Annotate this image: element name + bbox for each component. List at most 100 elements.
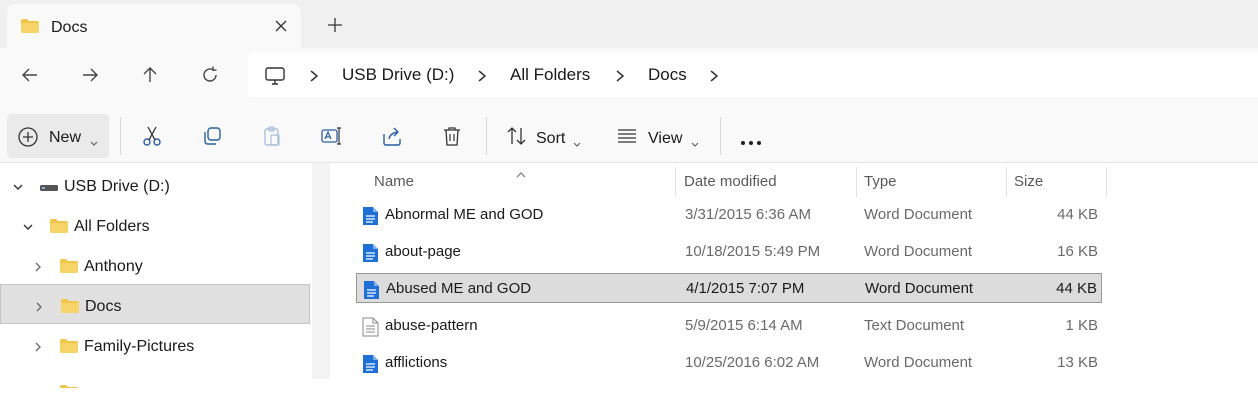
chevron-down-icon[interactable] (22, 220, 34, 232)
toolbar-divider (486, 117, 487, 155)
file-date: 3/31/2015 6:36 AM (685, 206, 811, 223)
more-options-icon[interactable] (740, 133, 762, 151)
chevron-right-icon[interactable] (708, 69, 720, 83)
column-header-type[interactable]: Type (864, 173, 897, 190)
file-name: abuse-pattern (385, 317, 478, 334)
title-bar: Docs (0, 0, 1258, 48)
chevron-down-icon (90, 134, 98, 146)
tab-docs[interactable]: Docs (7, 4, 301, 48)
word-document-icon (362, 280, 380, 305)
column-header-name[interactable]: Name (374, 173, 414, 190)
plus-circle-icon (17, 126, 39, 153)
file-size: 16 KB (1057, 243, 1098, 260)
nav-item-all-folders[interactable]: All Folders (0, 205, 310, 245)
file-date: 4/1/2015 7:07 PM (686, 280, 805, 297)
this-pc-icon[interactable] (264, 66, 286, 91)
nav-item-label: Family-Pictures (84, 338, 195, 355)
file-type: Word Document (865, 280, 974, 297)
word-document-icon (361, 243, 379, 268)
chevron-down-icon[interactable] (12, 180, 24, 192)
nav-item-label: Anthony (84, 258, 143, 275)
navigation-pane-scrollbar[interactable] (312, 163, 330, 379)
tab-title: Docs (51, 19, 88, 36)
view-label: View (648, 130, 683, 147)
close-tab-icon[interactable] (272, 17, 290, 35)
breadcrumb-docs[interactable]: Docs (648, 65, 687, 85)
up-arrow-icon[interactable] (140, 65, 160, 85)
copy-icon[interactable] (201, 125, 223, 147)
navigation-bar: USB Drive (D:) All Folders Docs (0, 48, 1258, 103)
drive-icon (39, 180, 59, 198)
view-button[interactable]: View (608, 114, 708, 158)
file-date: 10/25/2016 6:02 AM (685, 354, 820, 371)
file-name: afflictions (385, 354, 448, 371)
forward-arrow-icon[interactable] (80, 65, 100, 85)
chevron-right-icon[interactable] (308, 69, 320, 83)
chevron-down-icon (573, 135, 581, 147)
text-document-icon (361, 317, 379, 342)
breadcrumb-all-folders[interactable]: All Folders (510, 65, 590, 85)
file-date: 10/18/2015 5:49 PM (685, 243, 821, 260)
back-arrow-icon[interactable] (20, 65, 40, 85)
column-header-size[interactable]: Size (1014, 173, 1043, 190)
file-name: Abnormal ME and GOD (385, 206, 544, 223)
chevron-right-icon[interactable] (32, 340, 44, 352)
folder-icon (59, 258, 79, 279)
navigation-pane: USB Drive (D:) All Folders Anthony Docs (0, 163, 312, 388)
delete-icon[interactable] (441, 125, 463, 147)
breadcrumb-usb-drive[interactable]: USB Drive (D:) (342, 65, 454, 85)
word-document-icon (361, 354, 379, 379)
file-row[interactable]: Abnormal ME and GOD 3/31/2015 6:36 AM Wo… (356, 200, 1102, 230)
file-size: 44 KB (1056, 280, 1097, 297)
sort-button[interactable]: Sort (498, 114, 594, 158)
command-toolbar: New Sort View (0, 103, 1258, 163)
file-type: Word Document (864, 354, 973, 371)
refresh-icon[interactable] (200, 65, 220, 85)
nav-item-label: All Folders (74, 218, 150, 235)
file-name: about-page (385, 243, 461, 260)
toolbar-divider (120, 117, 121, 155)
chevron-right-icon[interactable] (614, 69, 626, 83)
nav-item-family-pictures[interactable]: Family-Pictures (0, 325, 310, 365)
chevron-right-icon[interactable] (476, 69, 488, 83)
nav-item-usb-drive[interactable]: USB Drive (D:) (0, 165, 310, 205)
file-type: Word Document (864, 206, 973, 223)
file-list: Name Date modified Type Size Abnormal ME… (330, 163, 1258, 379)
file-row[interactable]: afflictions 10/25/2016 6:02 AM Word Docu… (356, 348, 1102, 378)
cut-icon[interactable] (141, 125, 163, 147)
folder-icon (60, 298, 80, 319)
word-document-icon (361, 206, 379, 231)
file-size: 13 KB (1057, 354, 1098, 371)
column-divider[interactable] (675, 167, 676, 197)
file-type: Word Document (864, 243, 973, 260)
column-divider[interactable] (1006, 167, 1007, 197)
new-tab-icon[interactable] (326, 16, 344, 34)
nav-item-label: USB Drive (D:) (64, 178, 170, 195)
paste-icon[interactable] (261, 125, 283, 147)
file-row[interactable]: about-page 10/18/2015 5:49 PM Word Docum… (356, 237, 1102, 267)
folder-icon (59, 338, 79, 359)
rename-icon[interactable] (321, 125, 343, 147)
file-name: Abused ME and GOD (386, 280, 532, 297)
chevron-down-icon (691, 135, 699, 147)
share-icon[interactable] (381, 125, 403, 147)
sort-label: Sort (536, 130, 566, 147)
address-bar[interactable]: USB Drive (D:) All Folders Docs (248, 53, 1258, 97)
file-size: 1 KB (1065, 317, 1098, 334)
sort-icon (506, 126, 528, 151)
nav-item-anthony[interactable]: Anthony (0, 245, 310, 285)
file-size: 44 KB (1057, 206, 1098, 223)
column-header-date-modified[interactable]: Date modified (684, 173, 777, 190)
new-label: New (49, 129, 82, 146)
sort-ascending-icon (516, 165, 526, 178)
new-button[interactable]: New (7, 114, 109, 158)
file-row[interactable]: abuse-pattern 5/9/2015 6:14 AM Text Docu… (356, 311, 1102, 341)
chevron-right-icon[interactable] (32, 260, 44, 272)
folder-icon (20, 18, 40, 39)
nav-item-docs[interactable]: Docs (0, 284, 310, 324)
column-divider[interactable] (1106, 167, 1107, 197)
view-list-icon (616, 128, 638, 149)
chevron-right-icon[interactable] (33, 300, 45, 312)
file-row-selected[interactable]: Abused ME and GOD 4/1/2015 7:07 PM Word … (356, 273, 1102, 303)
column-divider[interactable] (856, 167, 857, 197)
